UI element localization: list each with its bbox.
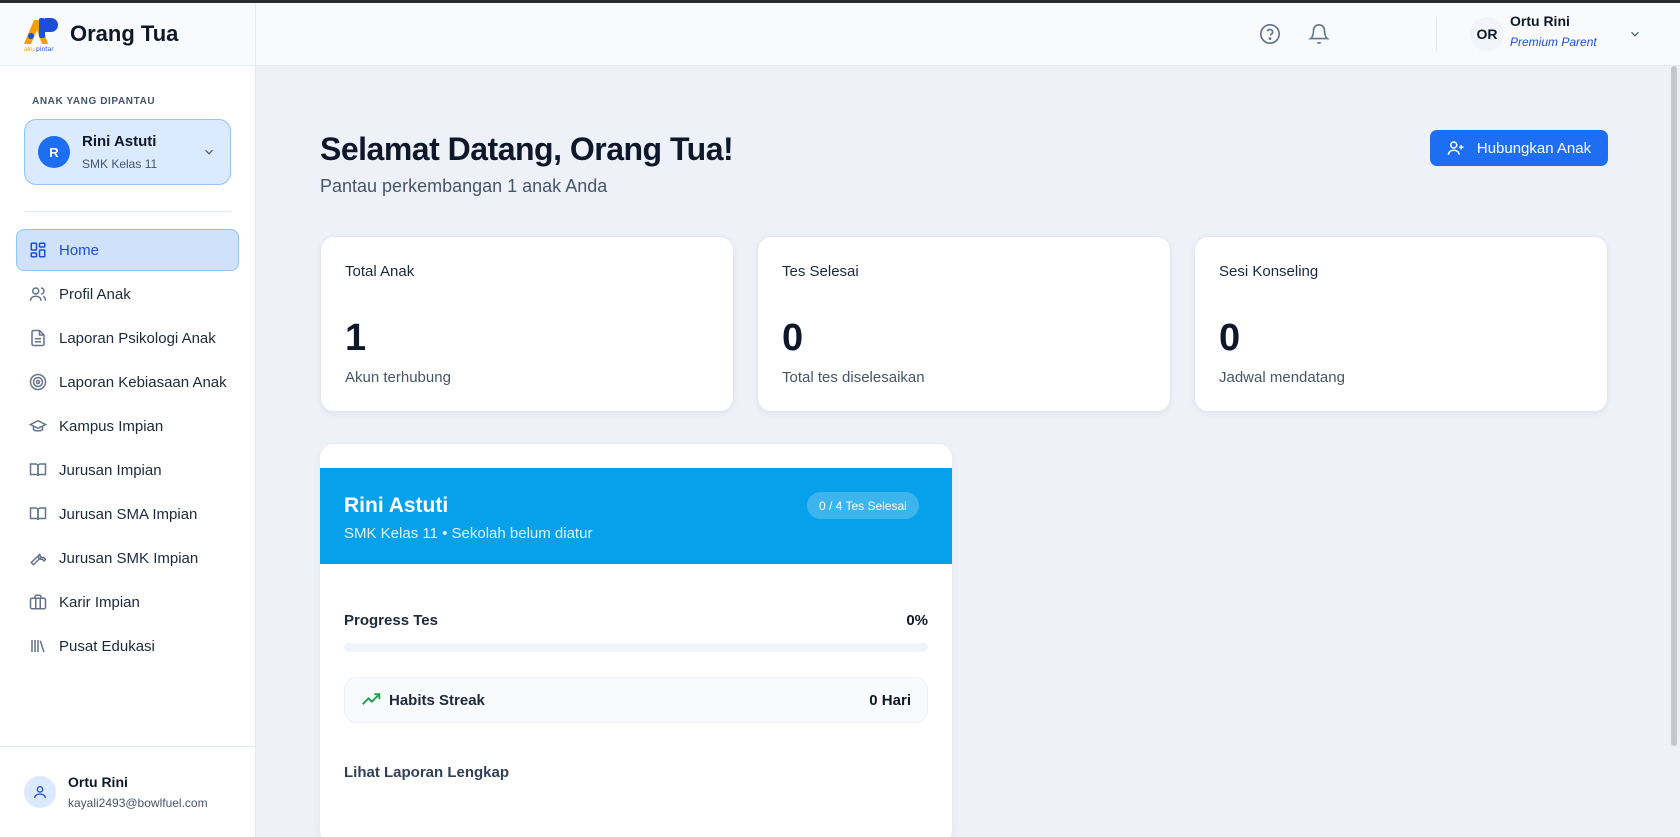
- habits-streak-row: Habits Streak 0 Hari: [344, 677, 928, 723]
- child-class: SMK Kelas 11: [82, 157, 158, 171]
- sidebar-item-label: Jurusan SMK Impian: [59, 549, 199, 567]
- sidebar-item-label: Home: [59, 241, 100, 259]
- page-subtitle: Pantau perkembangan 1 anak Anda: [320, 176, 608, 196]
- child-selector[interactable]: R Rini Astuti SMK Kelas 11: [24, 119, 231, 185]
- chevron-down-icon[interactable]: [1628, 27, 1642, 41]
- brand-title: Orang Tua: [70, 21, 179, 46]
- sidebar-item-jurusan-smk-impian[interactable]: Jurusan SMK Impian: [16, 537, 239, 579]
- user-icon: [24, 776, 56, 808]
- book-open-icon: [29, 461, 47, 479]
- stat-label: Total Anak: [345, 263, 415, 280]
- stat-card-sesi-konseling: Sesi Konseling 0 Jadwal mendatang: [1194, 236, 1608, 412]
- topbar-user-role: Premium Parent: [1510, 35, 1597, 49]
- connect-child-label: Hubungkan Anak: [1476, 139, 1592, 157]
- stat-value: 0: [1219, 317, 1241, 359]
- tests-completed-badge: 0 / 4 Tes Selesai: [807, 492, 919, 519]
- book-open-icon: [29, 505, 47, 523]
- sidebar-item-karir-impian[interactable]: Karir Impian: [16, 581, 239, 623]
- child-card-subtitle: SMK Kelas 11 • Sekolah belum diatur: [344, 525, 593, 542]
- users-icon: [29, 285, 47, 303]
- trending-up-icon: [362, 693, 381, 705]
- progress-bar: [344, 643, 928, 652]
- sidebar-item-label: Laporan Psikologi Anak: [59, 329, 216, 347]
- sidebar-item-label: Pusat Edukasi: [59, 637, 155, 655]
- sidebar-item-pusat-edukasi[interactable]: Pusat Edukasi: [16, 625, 239, 667]
- dashboard-grid-icon: [29, 241, 47, 259]
- sidebar-item-laporan-psikologi[interactable]: Laporan Psikologi Anak: [16, 317, 239, 359]
- sidebar-item-label: Profil Anak: [59, 285, 131, 303]
- chevron-down-icon: [205, 149, 213, 155]
- child-summary-card: Rini Astuti SMK Kelas 11 • Sekolah belum…: [320, 444, 952, 837]
- brand-header: aku pintar Orang Tua: [0, 3, 255, 66]
- sidebar-item-label: Jurusan Impian: [59, 461, 162, 479]
- sidebar-item-label: Laporan Kebiasaan Anak: [59, 373, 227, 391]
- page-title: Selamat Datang, Orang Tua!: [320, 131, 734, 167]
- habits-streak-label: Habits Streak: [389, 691, 485, 709]
- stat-label: Tes Selesai: [782, 263, 859, 280]
- stat-value: 1: [345, 317, 367, 359]
- wrench-icon: [29, 549, 47, 567]
- document-icon: [29, 329, 47, 347]
- help-circle-icon[interactable]: [1259, 23, 1281, 45]
- bell-icon[interactable]: [1308, 23, 1330, 45]
- graduation-cap-icon: [29, 417, 47, 435]
- sidebar-item-jurusan-impian[interactable]: Jurusan Impian: [16, 449, 239, 491]
- sidebar-item-label: Jurusan SMA Impian: [59, 505, 198, 523]
- sidebar-item-kampus-impian[interactable]: Kampus Impian: [16, 405, 239, 447]
- briefcase-icon: [29, 593, 47, 611]
- target-icon: [29, 373, 47, 391]
- library-icon: [29, 637, 47, 655]
- topbar-avatar[interactable]: OR: [1470, 17, 1504, 51]
- progress-percent: 0%: [906, 612, 928, 629]
- topbar-user-name[interactable]: Ortu Rini: [1510, 13, 1570, 29]
- section-label-monitored-child: ANAK YANG DIPANTAU: [32, 96, 156, 107]
- stat-card-tes-selesai: Tes Selesai 0 Total tes diselesaikan: [757, 236, 1171, 412]
- sidebar: aku pintar Orang Tua ANAK YANG DIPANTAU …: [0, 3, 256, 837]
- topbar-divider: [1436, 17, 1437, 51]
- stat-caption: Akun terhubung: [345, 369, 451, 386]
- stat-label: Sesi Konseling: [1219, 263, 1319, 280]
- main-content: Selamat Datang, Orang Tua! Pantau perkem…: [256, 66, 1680, 837]
- sidebar-item-home[interactable]: Home: [16, 229, 239, 271]
- sidebar-item-label: Kampus Impian: [59, 417, 164, 435]
- sidebar-item-laporan-kebiasaan[interactable]: Laporan Kebiasaan Anak: [16, 361, 239, 403]
- stat-value: 0: [782, 317, 804, 359]
- habits-streak-value: 0 Hari: [869, 691, 911, 709]
- sidebar-user-name: Ortu Rini: [68, 774, 128, 790]
- stat-caption: Jadwal mendatang: [1219, 369, 1345, 386]
- user-plus-icon: [1447, 141, 1464, 155]
- scrollbar[interactable]: [1671, 66, 1677, 746]
- sidebar-item-jurusan-sma-impian[interactable]: Jurusan SMA Impian: [16, 493, 239, 535]
- sidebar-nav: Home Profil Anak Laporan Psikologi Anak …: [16, 229, 239, 669]
- sidebar-item-profil-anak[interactable]: Profil Anak: [16, 273, 239, 315]
- stat-card-total-anak: Total Anak 1 Akun terhubung: [320, 236, 734, 412]
- child-card-banner: Rini Astuti SMK Kelas 11 • Sekolah belum…: [320, 468, 952, 564]
- sidebar-item-label: Karir Impian: [59, 593, 140, 611]
- sidebar-user-email: kayali2493@bowlfuel.com: [68, 796, 208, 810]
- stat-caption: Total tes diselesaikan: [782, 369, 925, 386]
- svg-text:aku: aku: [24, 46, 35, 52]
- progress-label: Progress Tes: [344, 612, 438, 629]
- child-avatar: R: [38, 136, 70, 168]
- sidebar-divider: [24, 211, 231, 212]
- sidebar-user-card[interactable]: Ortu Rini kayali2493@bowlfuel.com: [0, 746, 256, 837]
- child-card-name: Rini Astuti: [344, 494, 449, 517]
- view-full-report-link[interactable]: Lihat Laporan Lengkap: [344, 764, 509, 781]
- app-logo: aku pintar: [22, 16, 62, 53]
- svg-text:pintar: pintar: [36, 46, 54, 52]
- topbar: OR Ortu Rini Premium Parent: [256, 3, 1680, 66]
- connect-child-button[interactable]: Hubungkan Anak: [1430, 130, 1608, 166]
